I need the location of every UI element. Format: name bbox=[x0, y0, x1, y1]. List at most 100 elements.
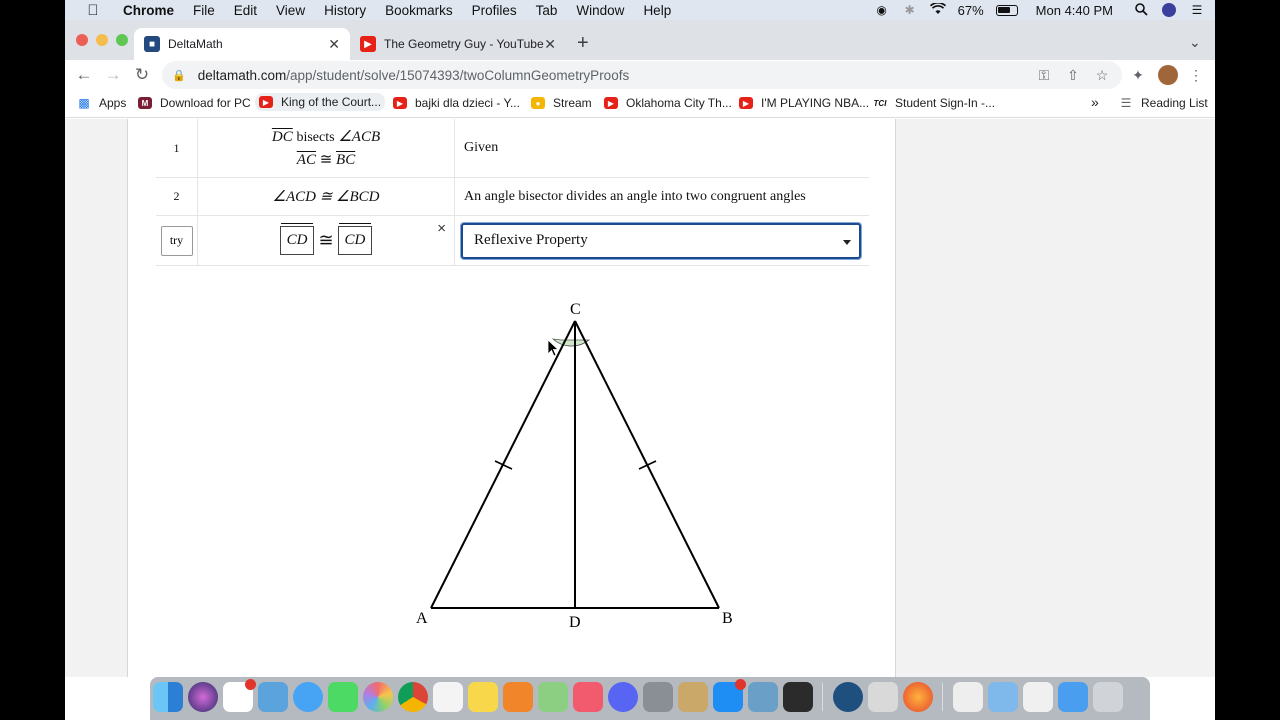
clock[interactable]: Mon 4:40 PM bbox=[1036, 3, 1113, 18]
url-path: /app/student/solve/15074393/twoColumnGeo… bbox=[286, 67, 630, 83]
bookmarks-overflow-button[interactable]: » bbox=[1091, 94, 1099, 110]
menu-window[interactable]: Window bbox=[576, 3, 624, 18]
imovie-icon[interactable] bbox=[783, 682, 813, 712]
tab-search-chevron-icon[interactable]: ⌄ bbox=[1189, 34, 1201, 51]
bookmark-label: Apps bbox=[99, 96, 127, 110]
photos-icon[interactable] bbox=[363, 682, 393, 712]
siri-icon[interactable] bbox=[1161, 3, 1177, 17]
system-preferences-icon[interactable] bbox=[643, 682, 673, 712]
close-tab-icon[interactable]: ✕ bbox=[328, 36, 340, 53]
messages-icon[interactable] bbox=[293, 682, 323, 712]
app-store-icon[interactable] bbox=[713, 679, 746, 712]
menu-history[interactable]: History bbox=[324, 3, 366, 18]
dock bbox=[150, 677, 1150, 720]
books-icon[interactable] bbox=[503, 682, 533, 712]
facetime-icon[interactable] bbox=[328, 682, 358, 712]
profile-avatar[interactable] bbox=[1158, 65, 1178, 85]
menu-tab[interactable]: Tab bbox=[536, 3, 558, 18]
new-tab-icon[interactable]: + bbox=[577, 32, 589, 55]
reload-icon[interactable]: ↻ bbox=[131, 64, 153, 86]
menu-file[interactable]: File bbox=[193, 3, 215, 18]
dock-separator bbox=[822, 683, 823, 711]
menu-view[interactable]: View bbox=[276, 3, 305, 18]
vertex-label-a: A bbox=[416, 610, 428, 627]
youtube-icon: ▶ bbox=[393, 97, 407, 109]
applications-folder-icon[interactable] bbox=[1058, 682, 1088, 712]
firefox-icon[interactable] bbox=[903, 682, 933, 712]
url-host: deltamath.com bbox=[197, 67, 287, 83]
battery-icon[interactable] bbox=[995, 4, 1018, 16]
minimize-window-button[interactable] bbox=[96, 34, 108, 46]
spotlight-icon[interactable] bbox=[1133, 3, 1149, 17]
record-icon[interactable]: ◉ bbox=[874, 3, 890, 17]
bookmark-label: I'M PLAYING NBA... bbox=[761, 96, 870, 110]
close-window-button[interactable] bbox=[76, 34, 88, 46]
notes-icon[interactable] bbox=[468, 682, 498, 712]
bookmark-student-sign-in[interactable]: TCI Student Sign-In -... bbox=[873, 96, 996, 110]
close-tab-icon[interactable]: ✕ bbox=[544, 36, 556, 53]
menu-bookmarks[interactable]: Bookmarks bbox=[385, 3, 453, 18]
m-logo-icon: M bbox=[138, 97, 152, 109]
maps-icon[interactable] bbox=[538, 682, 568, 712]
trash-icon[interactable] bbox=[1093, 682, 1123, 712]
classroom-icon: ● bbox=[531, 97, 545, 109]
vertex-label-d: D bbox=[569, 614, 581, 631]
folder-icon[interactable] bbox=[988, 682, 1018, 712]
wifi-icon[interactable] bbox=[929, 2, 946, 17]
menu-profiles[interactable]: Profiles bbox=[472, 3, 517, 18]
share-icon[interactable]: ⇧ bbox=[1064, 66, 1082, 84]
finder-icon[interactable] bbox=[153, 682, 183, 712]
bookmark-oklahoma[interactable]: ▶ Oklahoma City Th... bbox=[604, 96, 732, 110]
xcode-icon[interactable] bbox=[258, 682, 288, 712]
tab-title: The Geometry Guy - YouTube bbox=[384, 37, 544, 51]
reminders-icon[interactable] bbox=[433, 682, 463, 712]
menu-chrome[interactable]: Chrome bbox=[123, 3, 174, 18]
apple-icon[interactable]:  bbox=[83, 2, 103, 19]
reading-list-button[interactable]: ☰ Reading List bbox=[1119, 96, 1208, 110]
tab-deltamath[interactable]: ■ DeltaMath ✕ bbox=[134, 28, 350, 60]
bookmark-label: Student Sign-In -... bbox=[895, 96, 996, 110]
bookmark-download-for-pc[interactable]: M Download for PC bbox=[138, 96, 251, 110]
siri-app-icon[interactable] bbox=[188, 682, 218, 712]
forward-arrow-icon[interactable]: → bbox=[102, 64, 124, 86]
address-bar[interactable]: 🔒 deltamath.com/app/student/solve/150743… bbox=[162, 61, 1122, 89]
mouse-cursor-icon bbox=[547, 339, 560, 357]
back-arrow-icon[interactable]: ← bbox=[73, 64, 95, 86]
vertex-label-c: C bbox=[570, 301, 581, 318]
notification-badge bbox=[245, 679, 256, 690]
calendar-icon[interactable] bbox=[223, 679, 256, 712]
bookmark-king-of-the-court[interactable]: ▶ King of the Court... bbox=[255, 93, 386, 111]
vertex-label-b: B bbox=[722, 610, 733, 627]
preview-icon[interactable] bbox=[748, 682, 778, 712]
quicktime-icon[interactable] bbox=[833, 682, 863, 712]
discord-icon[interactable] bbox=[608, 682, 638, 712]
menu-help[interactable]: Help bbox=[643, 3, 671, 18]
bookmark-bajki[interactable]: ▶ bajki dla dzieci - Y... bbox=[393, 96, 520, 110]
apps-grid-icon: ▩ bbox=[78, 96, 90, 110]
key-icon[interactable]: ⚿ bbox=[1035, 66, 1053, 84]
deltamath-favicon-icon: ■ bbox=[144, 36, 160, 52]
desktop:  Chrome File Edit View History Bookmark… bbox=[65, 0, 1215, 720]
extensions-puzzle-icon[interactable]: ✦ bbox=[1129, 66, 1147, 84]
youtube-icon: ▶ bbox=[739, 97, 753, 109]
png-file-icon[interactable] bbox=[1023, 682, 1053, 712]
bookmark-apps[interactable]: ▩ Apps bbox=[77, 96, 126, 110]
music-icon[interactable] bbox=[573, 682, 603, 712]
bookmark-nba[interactable]: ▶ I'M PLAYING NBA... bbox=[739, 96, 869, 110]
control-center-icon[interactable]: ☰ bbox=[1189, 3, 1205, 17]
roblox-icon[interactable] bbox=[868, 682, 898, 712]
bookmark-star-icon[interactable]: ☆ bbox=[1093, 66, 1111, 84]
lock-icon[interactable]: 🔒 bbox=[172, 69, 186, 82]
bluetooth-icon[interactable]: ✱ bbox=[902, 3, 918, 17]
maximize-window-button[interactable] bbox=[116, 34, 128, 46]
app-icon[interactable] bbox=[678, 682, 708, 712]
bookmark-stream[interactable]: ● Stream bbox=[531, 96, 592, 110]
chrome-icon[interactable] bbox=[398, 682, 428, 712]
tab-youtube[interactable]: ▶ The Geometry Guy - YouTube ✕ bbox=[350, 28, 566, 60]
chrome-menu-icon[interactable]: ⋮ bbox=[1187, 66, 1205, 84]
document-icon[interactable] bbox=[953, 682, 983, 712]
tab-strip: ■ DeltaMath ✕ ▶ The Geometry Guy - YouTu… bbox=[65, 20, 1215, 60]
menu-edit[interactable]: Edit bbox=[234, 3, 257, 18]
bookmark-label: Oklahoma City Th... bbox=[626, 96, 732, 110]
notification-badge bbox=[735, 679, 746, 690]
